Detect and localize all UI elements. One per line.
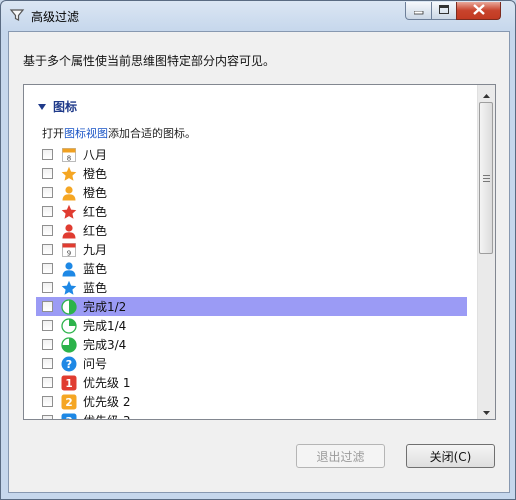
- scroll-thumb[interactable]: [479, 102, 493, 254]
- item-label: 橙色: [83, 167, 108, 181]
- progress-half-icon: [61, 298, 77, 315]
- item-label: 问号: [83, 357, 108, 371]
- item-checkbox[interactable]: [42, 187, 53, 198]
- list-item[interactable]: 橙色: [24, 164, 479, 183]
- item-label: 蓝色: [83, 281, 108, 295]
- person-icon: [61, 261, 77, 277]
- scroll-down-button[interactable]: [478, 402, 495, 419]
- close-icon: [472, 3, 485, 18]
- filter-list[interactable]: 图标 打开图标视图添加合适的图标。 8 八月 橙色 橙色 红色 红色 9 九月 蓝色 蓝色 完成1/…: [23, 84, 496, 420]
- close-window-button[interactable]: [456, 2, 501, 20]
- priority-icon: 1: [61, 375, 77, 391]
- item-checkbox[interactable]: [42, 339, 53, 350]
- hint-suffix: 添加合适的图标。: [108, 127, 196, 140]
- priority-icon: 3: [61, 413, 77, 421]
- item-checkbox[interactable]: [42, 415, 53, 419]
- list-item[interactable]: 红色: [24, 202, 479, 221]
- item-checkbox[interactable]: [42, 168, 53, 179]
- svg-text:2: 2: [65, 397, 72, 409]
- list-item[interactable]: ? 问号: [24, 354, 479, 373]
- minimize-icon: [413, 4, 424, 18]
- hint-prefix: 打开: [42, 127, 64, 140]
- svg-text:3: 3: [65, 416, 72, 421]
- item-label: 橙色: [83, 186, 108, 200]
- item-checkbox[interactable]: [42, 149, 53, 160]
- star-icon: [61, 280, 77, 296]
- advanced-filter-window: 高级过滤 基于多个属性使当前思维图特定部分内容可见。 图标 打开图标视图添加合适…: [0, 0, 516, 500]
- item-checkbox[interactable]: [42, 358, 53, 369]
- item-label: 完成1/4: [83, 319, 127, 333]
- list-item[interactable]: 完成1/2: [36, 297, 467, 316]
- item-label: 完成3/4: [83, 338, 127, 352]
- minimize-button[interactable]: [405, 2, 432, 20]
- list-item[interactable]: 2 优先级 2: [24, 392, 479, 411]
- person-icon: [61, 223, 77, 239]
- collapse-triangle-icon[interactable]: [38, 99, 46, 113]
- item-checkbox[interactable]: [42, 301, 53, 312]
- item-checkbox[interactable]: [42, 244, 53, 255]
- grip-icon: [482, 174, 490, 182]
- person-icon: [61, 185, 77, 201]
- calendar-icon: 9: [61, 242, 77, 258]
- question-icon: ?: [61, 356, 77, 372]
- list-item[interactable]: 完成1/4: [24, 316, 479, 335]
- close-button[interactable]: 关闭(C): [406, 444, 495, 468]
- icon-rows: 8 八月 橙色 橙色 红色 红色 9 九月 蓝色 蓝色 完成1/2 完成1/4 完成3/4? 问号 1 优先级…: [24, 145, 479, 421]
- item-checkbox[interactable]: [42, 206, 53, 217]
- maximize-icon: [438, 4, 450, 18]
- svg-text:8: 8: [67, 154, 71, 162]
- item-label: 九月: [83, 243, 108, 257]
- item-label: 蓝色: [83, 262, 108, 276]
- priority-icon: 2: [61, 394, 77, 410]
- dialog-body: 基于多个属性使当前思维图特定部分内容可见。 图标 打开图标视图添加合适的图标。 …: [8, 31, 510, 493]
- progress-quarter-icon: [61, 317, 77, 334]
- item-label: 优先级 3: [83, 412, 130, 419]
- item-label: 完成1/2: [83, 300, 127, 314]
- icon-view-link[interactable]: 图标视图: [64, 127, 108, 140]
- list-item[interactable]: 蓝色: [24, 259, 479, 278]
- maximize-button[interactable]: [431, 2, 457, 20]
- star-icon: [61, 204, 77, 220]
- svg-text:9: 9: [67, 249, 71, 257]
- title-bar[interactable]: 高级过滤: [1, 1, 515, 31]
- scroll-up-button[interactable]: [478, 85, 495, 102]
- section-title: 图标: [53, 99, 78, 114]
- list-item[interactable]: 1 优先级 1: [24, 373, 479, 392]
- list-item[interactable]: 完成3/4: [24, 335, 479, 354]
- list-item[interactable]: 9 九月: [24, 240, 479, 259]
- list-item[interactable]: 蓝色: [24, 278, 479, 297]
- item-label: 优先级 2: [83, 395, 131, 409]
- svg-text:?: ?: [66, 358, 72, 371]
- progress-three-quarter-icon: [61, 336, 77, 353]
- arrow-up-icon: [483, 87, 490, 101]
- hint-text: 打开图标视图添加合适的图标。: [42, 125, 196, 141]
- list-item[interactable]: 红色: [24, 221, 479, 240]
- svg-text:1: 1: [65, 378, 72, 390]
- list-item[interactable]: 橙色: [24, 183, 479, 202]
- item-checkbox[interactable]: [42, 377, 53, 388]
- calendar-icon: 8: [61, 147, 77, 163]
- star-icon: [61, 166, 77, 182]
- item-label: 红色: [83, 205, 108, 219]
- exit-filter-button[interactable]: 退出过滤: [296, 444, 385, 468]
- item-checkbox[interactable]: [42, 396, 53, 407]
- list-item[interactable]: 3 优先级 3: [24, 411, 479, 421]
- arrow-down-icon: [483, 404, 490, 418]
- section-header-icons[interactable]: 图标: [38, 98, 77, 114]
- item-label: 红色: [83, 224, 108, 238]
- item-label: 优先级 1: [83, 376, 131, 390]
- item-checkbox[interactable]: [42, 225, 53, 236]
- item-checkbox[interactable]: [42, 320, 53, 331]
- item-checkbox[interactable]: [42, 282, 53, 293]
- list-item[interactable]: 8 八月: [24, 145, 479, 164]
- filter-icon: [9, 7, 25, 23]
- item-label: 八月: [83, 148, 108, 162]
- description-text: 基于多个属性使当前思维图特定部分内容可见。: [23, 54, 276, 68]
- vertical-scrollbar[interactable]: [477, 85, 495, 419]
- item-checkbox[interactable]: [42, 263, 53, 274]
- window-title: 高级过滤: [31, 10, 80, 24]
